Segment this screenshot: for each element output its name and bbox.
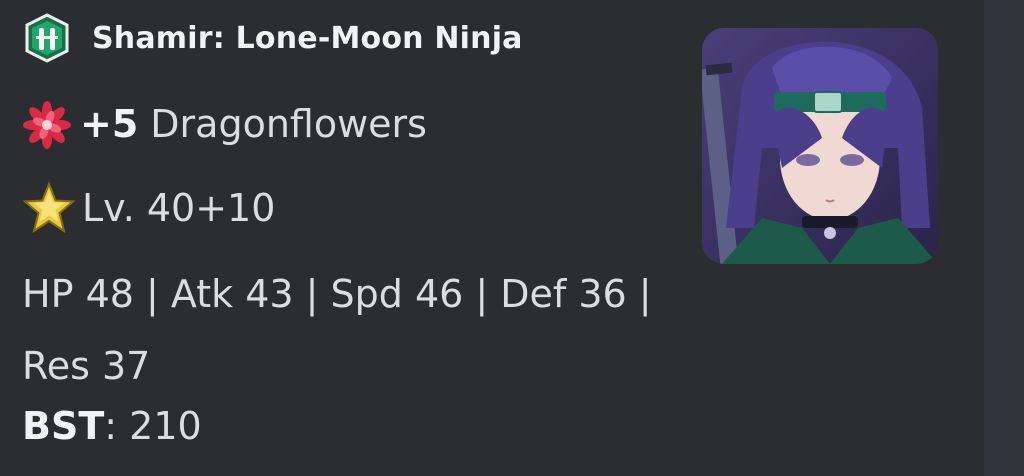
channel-gutter	[984, 0, 1024, 476]
bst-label: BST	[22, 404, 105, 448]
level-text: Lv. 40+10	[82, 186, 276, 230]
infantry-weapon-emblem-icon	[25, 13, 69, 63]
dragonflower-icon	[23, 101, 71, 149]
hero-portrait-thumbnail[interactable]	[702, 28, 938, 264]
bst-line: BST: 210	[22, 398, 202, 454]
stats-text: HP 48 | Atk 43 | Spd 46 | Def 36 | Res 3…	[22, 272, 652, 388]
level-line: Lv. 40+10	[22, 180, 275, 236]
bst-separator: :	[104, 404, 118, 448]
author-name[interactable]: Shamir: Lone-Moon Ninja	[92, 21, 523, 56]
dragonflower-label: Dragonflowers	[150, 102, 427, 146]
portrait-art	[702, 28, 938, 264]
dragonflower-count: +5	[80, 102, 139, 146]
dragonflowers-line: +5 Dragonflowers	[22, 96, 427, 152]
bst-value: 210	[129, 404, 202, 448]
embed-author: Shamir: Lone-Moon Ninja	[22, 12, 523, 64]
star-rarity-icon	[22, 181, 76, 234]
bot-embed: Shamir: Lone-Moon Ninja +5 Dragonflowers…	[0, 0, 984, 476]
